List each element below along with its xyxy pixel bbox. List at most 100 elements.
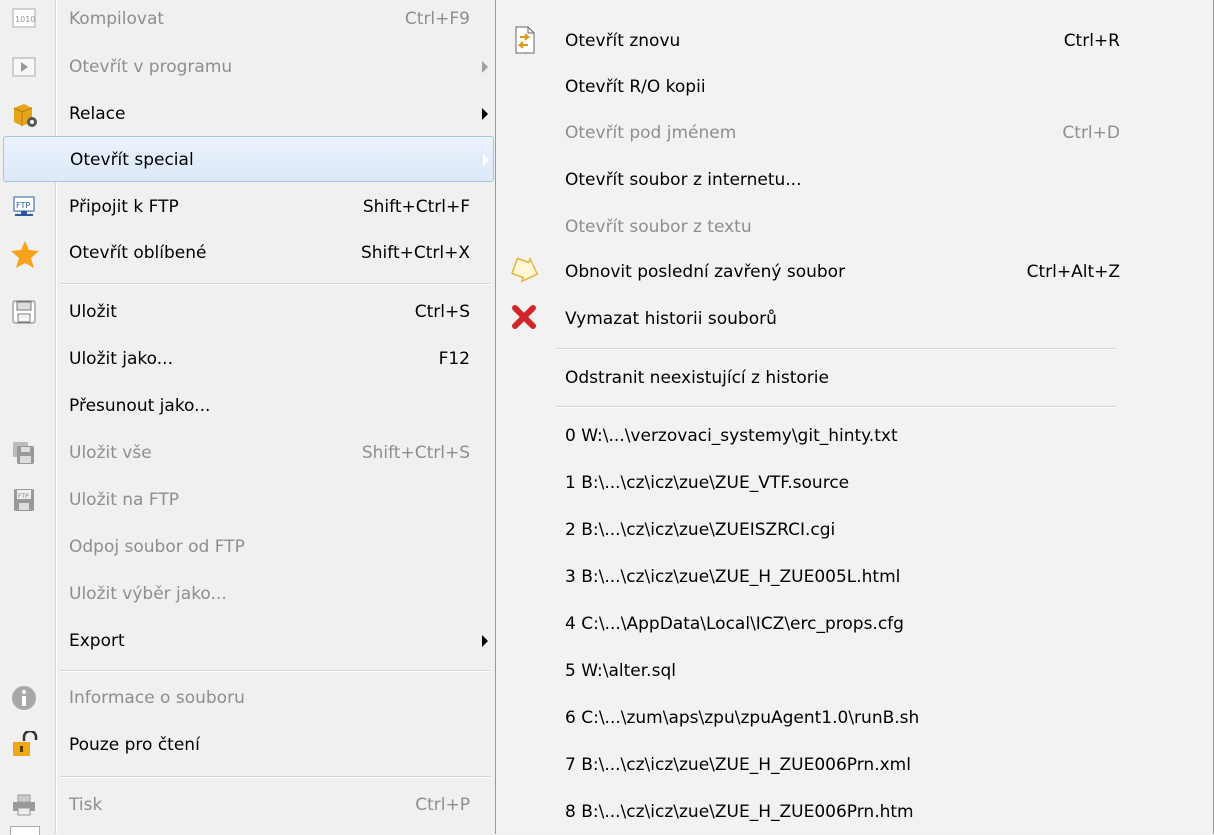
menu-separator — [556, 406, 1116, 408]
menu-item-label: Tisk — [69, 795, 103, 815]
submenu-item-obnovit-posledni[interactable]: Obnovit poslední zavřený soubor Ctrl+Alt… — [500, 249, 1120, 295]
menu-item-shortcut: Ctrl+S — [414, 302, 470, 322]
red-x-icon — [510, 303, 538, 331]
padlock-icon — [10, 729, 38, 759]
menu-item-ulozit-vyber-jako[interactable]: Uložit výběr jako... — [4, 571, 492, 617]
menu-item-label: Připojit k FTP — [69, 197, 179, 217]
menu-item-pouze-pro-cteni[interactable]: Pouze pro čtení — [4, 722, 492, 768]
menu-item-odpoj-soubor-od-ftp[interactable]: Odpoj soubor od FTP — [4, 524, 492, 570]
menu-item-label: Přesunout jako... — [69, 396, 211, 416]
menu-item-label: Otevřít soubor z internetu... — [565, 170, 802, 190]
history-item-label: 7 B:\...\cz\icz\zue\ZUE_H_ZUE006Prn.xml — [565, 755, 911, 775]
history-item[interactable]: 0 W:\...\verzovaci_systemy\git_hinty.txt — [500, 413, 1120, 459]
ftp-save-icon: FTP — [10, 486, 38, 514]
menu-item-label: Uložit na FTP — [69, 490, 179, 510]
history-item[interactable]: 3 B:\...\cz\icz\zue\ZUE_H_ZUE005L.html — [500, 554, 1120, 600]
svg-text:FTP: FTP — [16, 201, 30, 210]
menu-separator — [60, 776, 490, 778]
submenu-arrow-icon — [483, 154, 489, 166]
history-item[interactable]: 5 W:\alter.sql — [500, 648, 1120, 694]
menu-item-informace-o-souboru[interactable]: Informace o souboru — [4, 675, 492, 721]
menu-item-presunout-jako[interactable]: Přesunout jako... — [4, 383, 492, 429]
menu-item-label: Uložit výběr jako... — [69, 584, 227, 604]
menu-item-otevrit-special[interactable]: Otevřít special — [3, 136, 494, 182]
menu-item-export[interactable]: Export — [4, 618, 492, 664]
menu-item-label: Uložit vše — [69, 443, 152, 463]
menu-item-label: Uložit — [69, 302, 117, 322]
session-gear-icon — [10, 100, 38, 128]
history-item-label: 4 C:\...\AppData\Local\ICZ\erc_props.cfg — [565, 614, 904, 634]
menu-item-shortcut: Ctrl+Alt+Z — [1026, 262, 1120, 282]
menu-item-ulozit-vse[interactable]: Uložit vše Shift+Ctrl+S — [4, 430, 492, 476]
menu-item-ulozit-jako[interactable]: Uložit jako... F12 — [4, 336, 492, 382]
menu-item-shortcut: Ctrl+P — [415, 795, 470, 815]
open-special-submenu: Otevřít znovu Ctrl+R Otevřít R/O kopii O… — [495, 0, 1214, 834]
submenu-arrow-icon — [482, 108, 488, 120]
history-item-label: 5 W:\alter.sql — [565, 661, 676, 681]
history-item-label: 3 B:\...\cz\icz\zue\ZUE_H_ZUE005L.html — [565, 567, 901, 587]
menu-item-label: Informace o souboru — [69, 688, 245, 708]
menu-item-label: Otevřít v programu — [69, 57, 233, 77]
menu-item-shortcut: Shift+Ctrl+S — [361, 443, 470, 463]
menu-item-ulozit-na-ftp[interactable]: FTP Uložit na FTP — [4, 477, 492, 523]
menu-item-otevrit-oblibene[interactable]: Otevřít oblíbené Shift+Ctrl+X — [4, 230, 492, 276]
file-menu: 1010 Kompilovat Ctrl+F9 Otevřít v progra… — [0, 0, 496, 835]
history-item[interactable]: 6 C:\...\zum\aps\zpu\zpuAgent1.0\runB.sh — [500, 695, 1120, 741]
history-item-label: 6 C:\...\zum\aps\zpu\zpuAgent1.0\runB.sh — [565, 708, 920, 728]
reopen-document-icon — [510, 25, 538, 54]
menu-item-ulozit[interactable]: Uložit Ctrl+S — [4, 289, 492, 335]
submenu-item-otevrit-znovu[interactable]: Otevřít znovu Ctrl+R — [500, 18, 1120, 64]
menu-item-label: Otevřít special — [70, 150, 194, 170]
menu-item-relace[interactable]: Relace — [4, 91, 492, 137]
menu-separator — [60, 283, 490, 285]
binary-icon: 1010 — [10, 5, 38, 33]
menu-item-label: Odpoj soubor od FTP — [69, 537, 245, 557]
menu-separator — [556, 348, 1116, 350]
svg-text:1010: 1010 — [15, 15, 35, 24]
history-item[interactable]: 2 B:\...\cz\icz\zue\ZUEISZRCI.cgi — [500, 507, 1120, 553]
menu-item-label: Relace — [69, 104, 126, 124]
menu-item-label: Odstranit neexistující z historie — [565, 368, 829, 388]
menu-item-label: Vymazat historii souborů — [565, 309, 777, 329]
submenu-arrow-icon — [482, 61, 488, 73]
menu-item-label: Otevřít R/O kopii — [565, 77, 706, 97]
info-icon — [10, 684, 38, 712]
submenu-item-odstranit-neexistujici[interactable]: Odstranit neexistující z historie — [500, 355, 1120, 401]
history-item[interactable]: 8 B:\...\cz\icz\zue\ZUE_H_ZUE006Prn.htm — [500, 789, 1120, 835]
svg-text:FTP: FTP — [18, 493, 29, 500]
submenu-item-vymazat-historii[interactable]: Vymazat historii souborů — [500, 296, 1120, 342]
history-item[interactable]: 7 B:\...\cz\icz\zue\ZUE_H_ZUE006Prn.xml — [500, 742, 1120, 788]
menu-item-label: Kompilovat — [69, 9, 165, 29]
floppy-icon — [10, 298, 38, 326]
menu-item-shortcut: F12 — [438, 349, 470, 369]
history-item-label: 2 B:\...\cz\icz\zue\ZUEISZRCI.cgi — [565, 520, 836, 540]
menu-item-shortcut: Ctrl+D — [1062, 123, 1120, 143]
submenu-item-otevrit-pod-jmenem[interactable]: Otevřít pod jménem Ctrl+D — [500, 110, 1120, 156]
ftp-connect-icon: FTP — [10, 193, 38, 221]
star-icon — [10, 239, 39, 268]
play-box-icon — [10, 53, 38, 81]
menu-item-label: Otevřít pod jménem — [565, 123, 737, 143]
history-item-label: 8 B:\...\cz\icz\zue\ZUE_H_ZUE006Prn.htm — [565, 802, 914, 822]
submenu-item-otevrit-ro-kopii[interactable]: Otevřít R/O kopii — [500, 64, 1120, 110]
menu-item-label: Otevřít oblíbené — [69, 243, 207, 263]
history-item[interactable]: 4 C:\...\AppData\Local\ICZ\erc_props.cfg — [500, 601, 1120, 647]
menu-item-label: Pouze pro čtení — [69, 735, 200, 755]
history-item-label: 0 W:\...\verzovaci_systemy\git_hinty.txt — [565, 426, 898, 446]
menu-item-label: Otevřít soubor z textu — [565, 217, 752, 237]
menu-item-label: Obnovit poslední zavřený soubor — [565, 262, 846, 282]
menu-item-tisk[interactable]: Tisk Ctrl+P — [4, 782, 492, 828]
menu-item-otevrit-v-programu[interactable]: Otevřít v programu — [4, 44, 492, 90]
restore-arrow-icon — [510, 256, 539, 284]
history-item[interactable]: 1 B:\...\cz\icz\zue\ZUE_VTF.source — [500, 460, 1120, 506]
printer-icon — [10, 791, 38, 819]
menu-item-shortcut: Ctrl+F9 — [404, 9, 470, 29]
menu-item-kompilovat[interactable]: 1010 Kompilovat Ctrl+F9 — [4, 0, 492, 42]
submenu-item-otevrit-z-internetu[interactable]: Otevřít soubor z internetu... — [500, 157, 1120, 203]
menu-item-shortcut: Shift+Ctrl+F — [362, 197, 470, 217]
menu-item-pripojit-ftp[interactable]: FTP Připojit k FTP Shift+Ctrl+F — [4, 184, 492, 230]
menu-item-shortcut: Ctrl+R — [1063, 31, 1120, 51]
history-item-label: 1 B:\...\cz\icz\zue\ZUE_VTF.source — [565, 473, 850, 493]
menu-item-shortcut: Shift+Ctrl+X — [360, 243, 470, 263]
submenu-item-otevrit-z-textu[interactable]: Otevřít soubor z textu — [500, 204, 1120, 250]
